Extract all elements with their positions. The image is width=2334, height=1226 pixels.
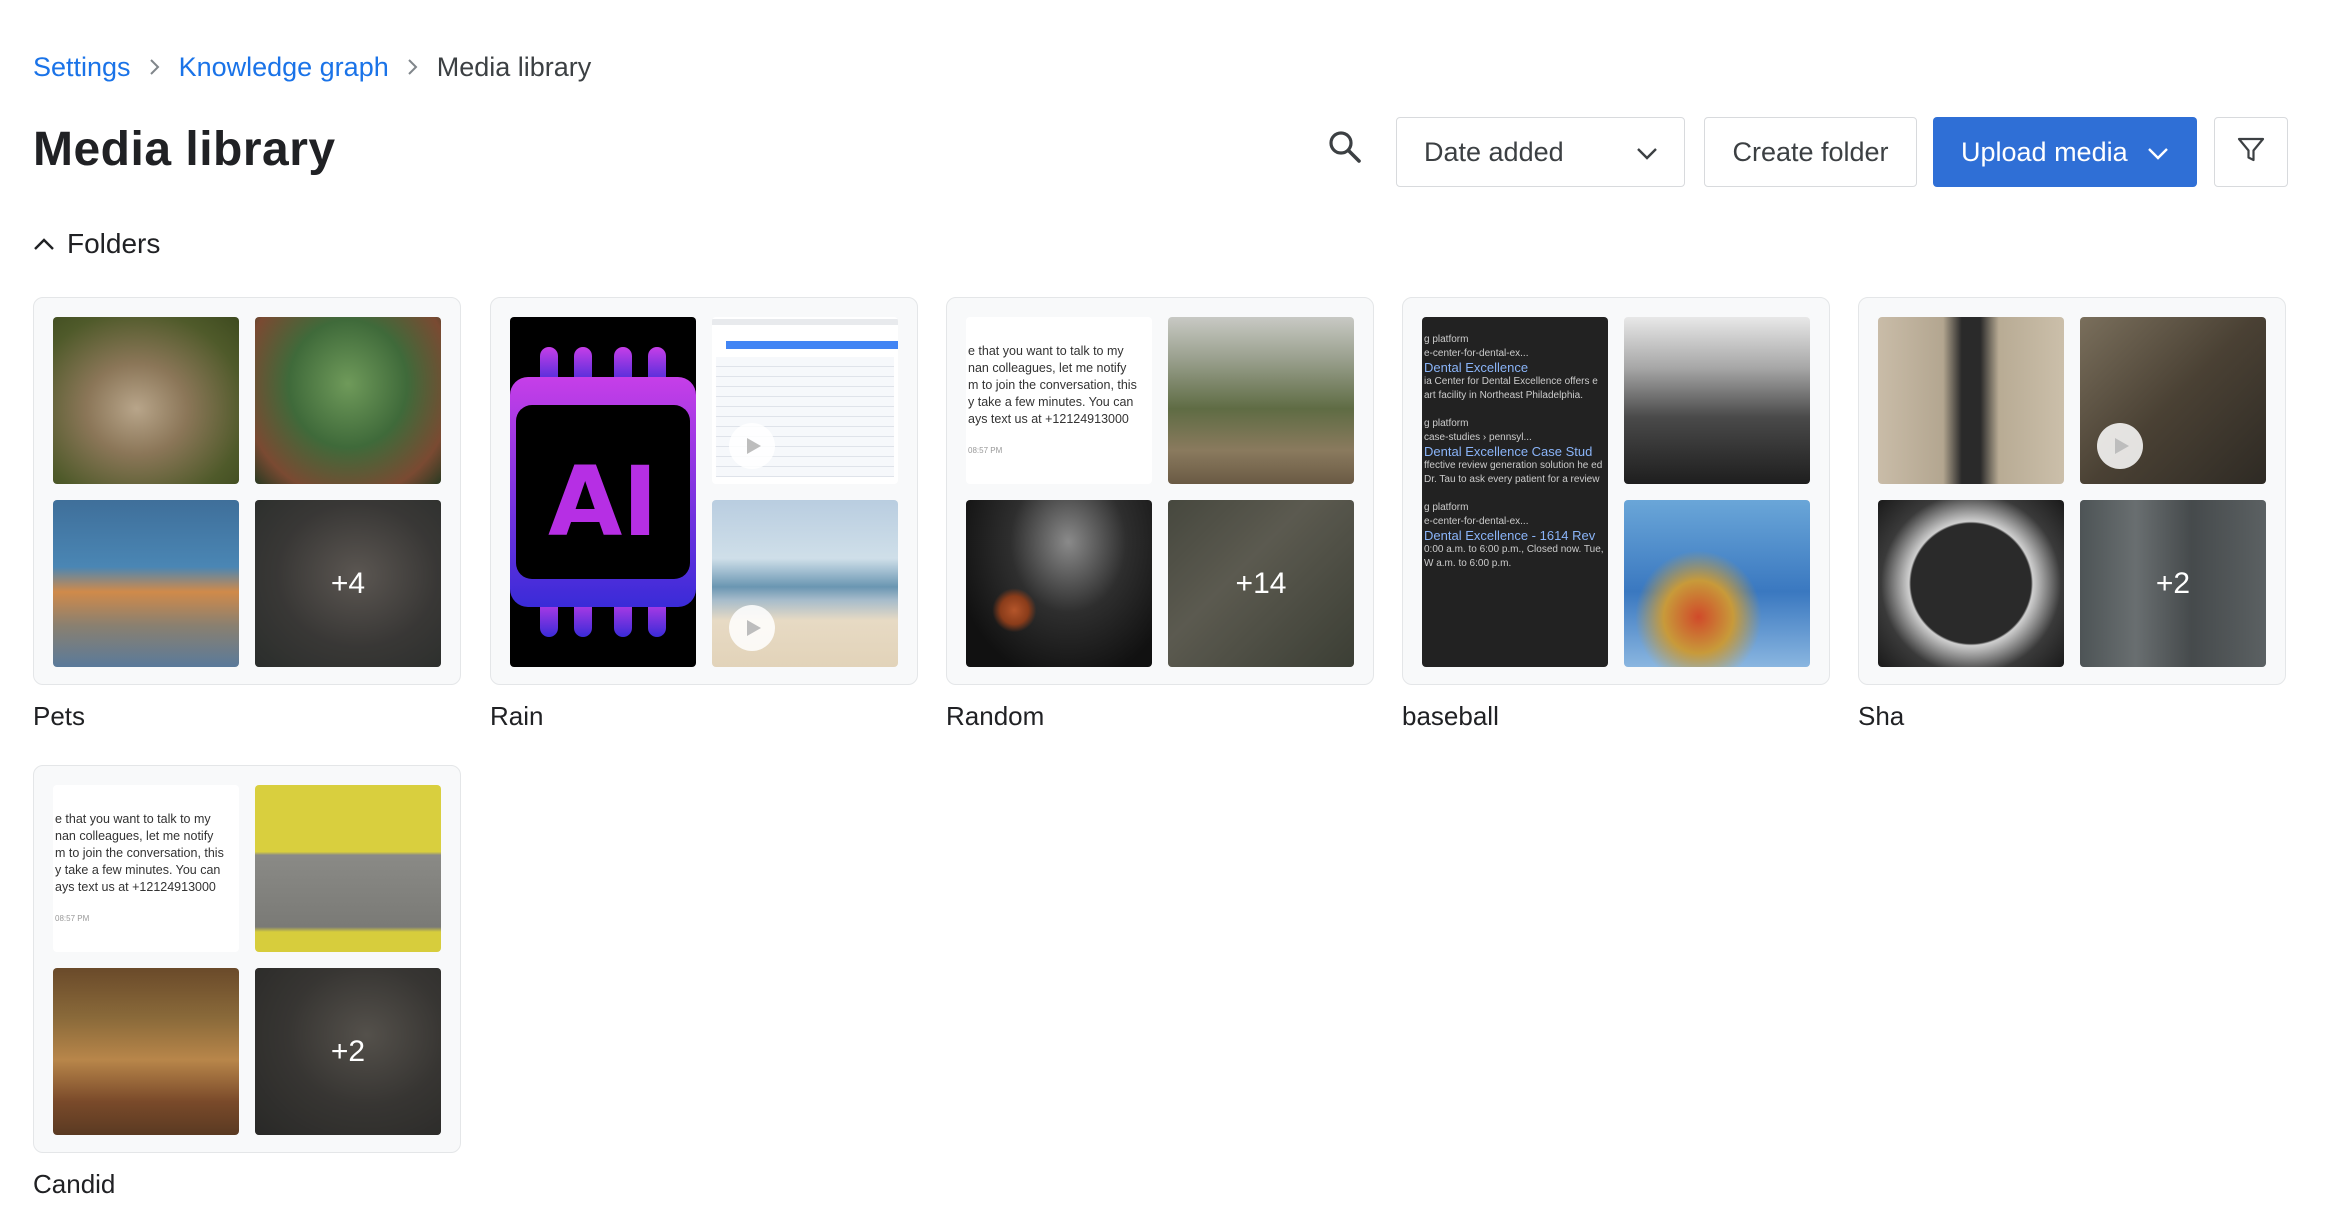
folder-name: Candid: [33, 1169, 116, 1199]
folder-card[interactable]: +2: [1858, 297, 2286, 685]
result-source: g platform: [1424, 502, 1469, 513]
message-line: y take a few minutes. You can: [55, 863, 221, 877]
folder-candid: e that you want to talk to my nan collea…: [33, 765, 461, 1200]
folder-card[interactable]: e that you want to talk to my nan collea…: [33, 765, 461, 1153]
thumbnail-image: AI: [510, 317, 696, 667]
thumbnail-image: [255, 317, 441, 484]
folder-card[interactable]: e that you want to talk to my nan collea…: [946, 297, 1374, 685]
thumbnail-image: +2: [255, 968, 441, 1135]
message-time: 08:57 PM: [55, 914, 90, 923]
result-title: Dental Excellence - 1614 Rev: [1424, 528, 1596, 543]
thumbnail-image: [1878, 317, 2064, 484]
folder-card[interactable]: g platform e-center-for-dental-ex... Den…: [1402, 297, 1830, 685]
message-line: ays text us at +12124913000: [55, 880, 216, 894]
breadcrumb: Settings Knowledge graph Media library: [33, 50, 591, 84]
sort-select[interactable]: Date added: [1396, 117, 1685, 187]
thumbnail-image: [1624, 500, 1810, 667]
result-snippet: ia Center for Dental Excellence offers e…: [1424, 376, 1598, 401]
thumbnail-image: +4: [255, 500, 441, 667]
more-count: +2: [2080, 500, 2266, 667]
page-title: Media library: [33, 123, 336, 176]
folders-section-toggle[interactable]: Folders: [33, 228, 160, 260]
thumbnail-image: [966, 500, 1152, 667]
result-url: e-center-for-dental-ex...: [1424, 348, 1529, 359]
search-icon: [1328, 130, 1362, 169]
create-folder-button[interactable]: Create folder: [1704, 117, 1917, 187]
play-icon: [2097, 423, 2143, 469]
folder-name: baseball: [1402, 701, 1499, 731]
ai-chip-graphic: AI: [510, 347, 696, 637]
sort-select-value: Date added: [1424, 136, 1564, 167]
thumbnail-image: [1624, 317, 1810, 484]
folder-random: e that you want to talk to my nan collea…: [946, 297, 1374, 732]
thumbnail-search-results: g platform e-center-for-dental-ex... Den…: [1422, 317, 1608, 667]
thumbnail-image: [255, 785, 441, 952]
folder-baseball: g platform e-center-for-dental-ex... Den…: [1402, 297, 1830, 732]
folder-sha: +2 Sha: [1858, 297, 2286, 732]
folder-card[interactable]: AI: [490, 297, 918, 685]
thumbnail-image: +2: [2080, 500, 2266, 667]
message-line: e that you want to talk to my: [968, 344, 1124, 358]
message-time: 08:57 PM: [968, 446, 1003, 455]
more-count: +14: [1168, 500, 1354, 667]
thumbnail-image: [53, 968, 239, 1135]
upload-media-label: Upload media: [1961, 136, 2128, 167]
breadcrumb-settings[interactable]: Settings: [33, 52, 131, 83]
result-url: e-center-for-dental-ex...: [1424, 516, 1529, 527]
message-line: y take a few minutes. You can: [968, 395, 1134, 409]
chevron-down-icon: [2147, 137, 2169, 168]
message-line: m to join the conversation, this: [968, 378, 1137, 392]
more-count: +4: [255, 500, 441, 667]
folder-name: Pets: [33, 701, 86, 731]
search-result: g platform e-center-for-dental-ex... Den…: [1424, 333, 1606, 403]
thumbnail-video: [2080, 317, 2266, 484]
folder-card[interactable]: +4: [33, 297, 461, 685]
result-source: g platform: [1424, 334, 1469, 345]
folder-pets: +4 Pets: [33, 297, 461, 732]
thumbnail-image: [53, 500, 239, 667]
result-title: Dental Excellence Case Stud: [1424, 444, 1593, 459]
thumbnail-image: [1878, 500, 2064, 667]
filter-icon: [2236, 135, 2266, 170]
thumbnail-image: [1168, 317, 1354, 484]
result-url: case-studies › pennsyl...: [1424, 432, 1532, 443]
chevron-down-icon: [1636, 137, 1658, 168]
chevron-right-icon: [389, 57, 437, 77]
thumbnail-video: [712, 500, 898, 667]
thumbnail-image: [53, 317, 239, 484]
result-snippet: ffective review generation solution he e…: [1424, 460, 1603, 485]
message-line: e that you want to talk to my: [55, 812, 211, 826]
message-line: m to join the conversation, this: [55, 846, 224, 860]
filter-button[interactable]: [2214, 117, 2288, 187]
play-icon: [729, 605, 775, 651]
thumbnail-text-message: e that you want to talk to my nan collea…: [966, 317, 1152, 484]
search-button[interactable]: [1322, 126, 1368, 172]
folder-name: Rain: [490, 701, 544, 731]
result-source: g platform: [1424, 418, 1469, 429]
folders-section-label: Folders: [67, 228, 161, 259]
ai-chip-text: AI: [548, 446, 658, 558]
search-result: g platform case-studies › pennsyl... Den…: [1424, 417, 1606, 487]
breadcrumb-media-library: Media library: [436, 51, 592, 82]
message-line: ays text us at +12124913000: [968, 412, 1129, 426]
upload-media-button[interactable]: Upload media: [1933, 117, 2197, 187]
message-line: nan colleagues, let me notify: [968, 361, 1127, 375]
result-snippet: 0:00 a.m. to 6:00 p.m., Closed now. Tue,…: [1424, 544, 1604, 569]
chevron-up-icon: [33, 237, 55, 251]
thumbnail-text-message: e that you want to talk to my nan collea…: [53, 785, 239, 952]
message-line: nan colleagues, let me notify: [55, 829, 214, 843]
folder-name: Sha: [1858, 701, 1905, 731]
breadcrumb-knowledge-graph[interactable]: Knowledge graph: [179, 52, 389, 83]
thumbnail-image: +14: [1168, 500, 1354, 667]
result-title: Dental Excellence: [1424, 360, 1529, 375]
folder-name: Random: [946, 701, 1045, 731]
more-count: +2: [255, 968, 441, 1135]
chevron-right-icon: [131, 57, 179, 77]
folder-rain: AI Rain: [490, 297, 918, 732]
search-result: g platform e-center-for-dental-ex... Den…: [1424, 501, 1606, 571]
play-icon: [729, 423, 775, 469]
thumbnail-video: [712, 317, 898, 484]
